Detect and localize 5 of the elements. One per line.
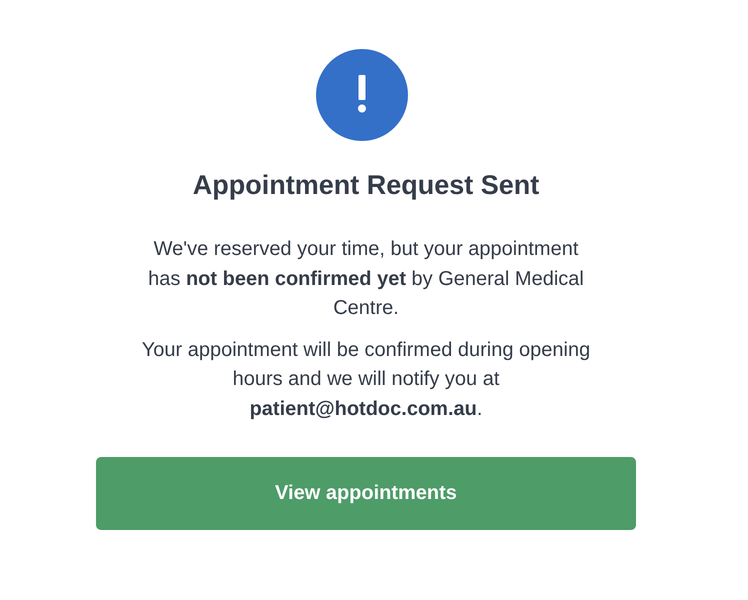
message-text: We've reserved your time, but your appointment has not been confirmed yet by General Medical Centre. [147,237,585,321]
message-text: Your appointment will be confirmed during opening hours and we will notify you at patient@hotdoc.com.au. [140,338,592,422]
view-appointments-button[interactable]: View appointments [96,457,636,530]
dialog-title: Appointment Request Sent [192,169,540,202]
exclamation-icon [316,49,408,141]
